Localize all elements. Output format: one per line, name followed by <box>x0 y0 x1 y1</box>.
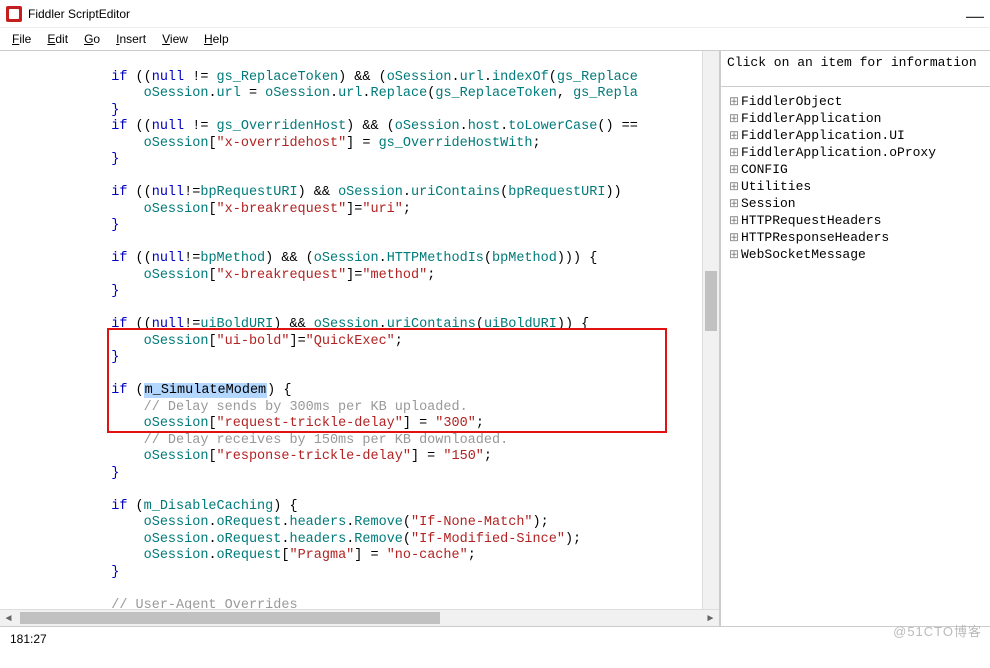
tree-node[interactable]: FiddlerApplication <box>725 110 986 127</box>
menu-go[interactable]: Go <box>76 30 108 48</box>
cursor-position: 181:27 <box>10 632 47 646</box>
menu-file[interactable]: File <box>4 30 39 48</box>
scroll-right-icon[interactable]: ► <box>702 610 719 626</box>
menu-help[interactable]: Help <box>196 30 237 48</box>
tree-node[interactable]: CONFIG <box>725 161 986 178</box>
watermark: @51CTO博客 <box>893 621 982 640</box>
hscroll-thumb[interactable] <box>20 612 440 624</box>
scroll-left-icon[interactable]: ◄ <box>0 610 17 626</box>
menu-insert[interactable]: Insert <box>108 30 154 48</box>
main-content: if ((null != gs_ReplaceToken) && (oSessi… <box>0 50 990 626</box>
right-pane: Click on an item for information Fiddler… <box>721 51 990 626</box>
tree-node[interactable]: HTTPRequestHeaders <box>725 212 986 229</box>
tree-node[interactable]: HTTPResponseHeaders <box>725 229 986 246</box>
tree-node[interactable]: FiddlerApplication.UI <box>725 127 986 144</box>
statusbar: 181:27 <box>0 626 990 650</box>
vertical-scrollbar[interactable] <box>702 51 719 609</box>
editor-pane: if ((null != gs_ReplaceToken) && (oSessi… <box>0 51 721 626</box>
menubar: File Edit Go Insert View Help <box>0 28 990 50</box>
horizontal-scrollbar[interactable]: ◄ ► <box>0 609 719 626</box>
app-icon <box>6 6 22 22</box>
class-tree[interactable]: FiddlerObject FiddlerApplication Fiddler… <box>721 87 990 626</box>
code-editor[interactable]: if ((null != gs_ReplaceToken) && (oSessi… <box>0 51 719 609</box>
menu-edit[interactable]: Edit <box>39 30 76 48</box>
scroll-thumb[interactable] <box>705 271 717 331</box>
tree-node[interactable]: FiddlerObject <box>725 93 986 110</box>
titlebar: Fiddler ScriptEditor <box>0 0 990 28</box>
tree-node[interactable]: FiddlerApplication.oProxy <box>725 144 986 161</box>
window-title: Fiddler ScriptEditor <box>28 7 130 21</box>
minimize-button[interactable]: — <box>966 6 984 27</box>
tree-node[interactable]: Session <box>725 195 986 212</box>
menu-view[interactable]: View <box>154 30 196 48</box>
tree-node[interactable]: Utilities <box>725 178 986 195</box>
help-text: Click on an item for information <box>721 51 990 87</box>
tree-node[interactable]: WebSocketMessage <box>725 246 986 263</box>
